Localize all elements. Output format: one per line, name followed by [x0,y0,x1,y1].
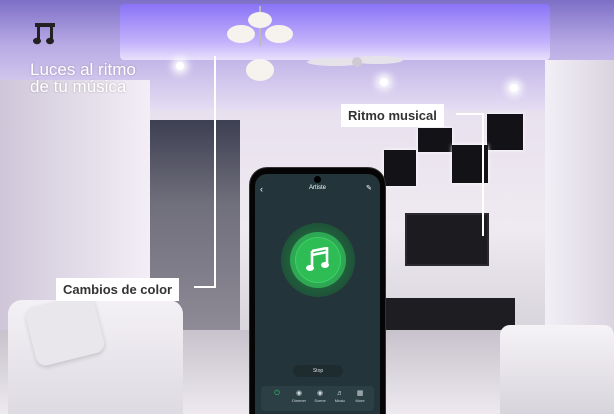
music-note-icon [33,23,55,45]
ceiling-spotlight [176,62,184,70]
callout-color: Cambios de color [56,278,180,301]
power-icon: ⏻ [274,390,280,397]
chandelier [227,6,293,81]
music-icon: ♬ [336,390,344,397]
stop-button[interactable]: Stop [293,365,343,377]
tab-scene[interactable]: ◉ Scene [310,390,330,410]
camera-notch [314,176,321,183]
ceiling-spotlight [510,84,518,92]
tab-label: More [355,398,365,403]
callout-rhythm: Ritmo musical [341,104,444,127]
wall-shelf [418,128,452,152]
tv-stand [385,298,515,330]
callout-line-rhythm [456,113,484,115]
bulb-icon: ◉ [295,390,303,397]
scene-icon: ◉ [316,390,324,397]
smartphone: ‹ Artiste ✎ Stop ⏻ ◉ Dimmer ◉ Scene ♬ Mu… [250,168,385,414]
tab-more[interactable]: ▦ More [350,390,370,410]
phone-title: Artiste [308,185,326,191]
headline-line-1: Luces al ritmo [30,60,136,79]
tab-power[interactable]: ⏻ [267,390,287,410]
tab-music[interactable]: ♬ Music [330,390,350,410]
wall-shelf [487,114,523,150]
room-photo: Luces al ritmo de tu música Ritmo musica… [0,0,614,414]
callout-line-color [194,286,216,288]
phone-tab-bar: ⏻ ◉ Dimmer ◉ Scene ♬ Music ▦ More [261,386,374,411]
phone-header: ‹ Artiste ✎ [255,184,380,198]
callout-line-rhythm [482,113,484,236]
callout-line-color [214,56,216,288]
tab-label: Dimmer [292,398,306,403]
wall-shelf [384,150,416,186]
television [405,213,489,266]
armchair [500,325,614,414]
edit-icon[interactable]: ✎ [366,184,374,194]
headline: Luces al ritmo de tu música [30,61,136,95]
headline-line-2: de tu música [30,77,127,96]
tab-label: Music [334,398,346,403]
ceiling-spotlight [380,78,388,86]
phone-screen: ‹ Artiste ✎ Stop ⏻ ◉ Dimmer ◉ Scene ♬ Mu… [255,174,380,414]
grid-icon: ▦ [356,390,364,397]
tab-dimmer[interactable]: ◉ Dimmer [289,390,309,410]
tab-label: Scene [314,398,326,403]
music-note-icon [306,247,329,271]
ceiling-fan [307,56,403,67]
